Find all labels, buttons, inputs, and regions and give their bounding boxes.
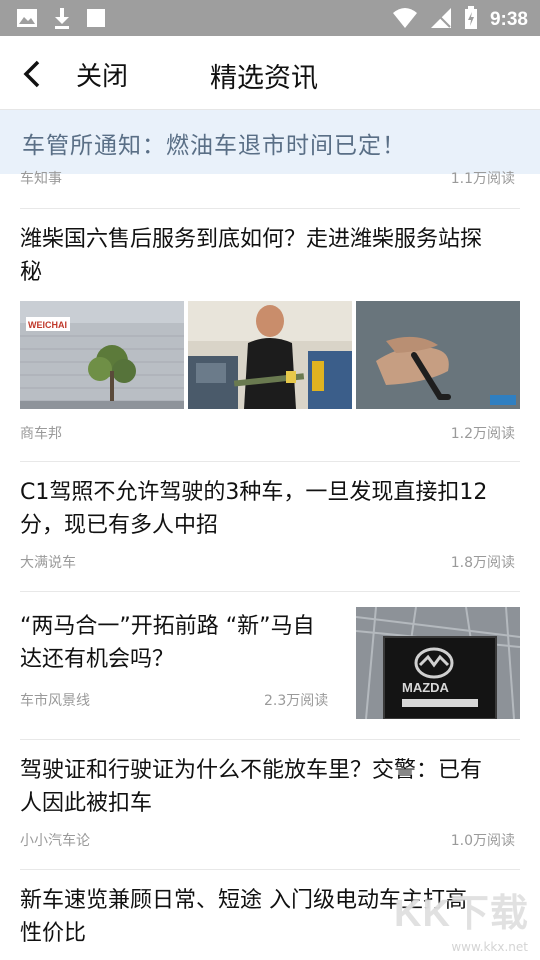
article-read-count: 1.2万阅读 xyxy=(450,426,515,442)
watermark-text: KK下载 xyxy=(394,893,529,935)
article-read-count: 1.0万阅读 xyxy=(450,833,515,849)
article-source: 小小汽车论 xyxy=(20,833,90,849)
download-icon xyxy=(52,7,72,33)
close-button[interactable]: 关闭 xyxy=(76,56,128,93)
image-notification-icon xyxy=(16,8,38,32)
article-title: 潍柴国六售后服务到底如何？走进潍柴服务站探 秘 xyxy=(20,227,483,285)
list-item-meta: 车知事 1.1万阅读 xyxy=(0,168,540,192)
article-source: 车知事 xyxy=(20,171,62,187)
site-watermark: KK下载 www.kkx.net xyxy=(394,882,534,960)
watermark-url: www.kkx.net xyxy=(451,940,528,954)
square-notification-icon xyxy=(86,8,106,32)
article-thumbnail xyxy=(356,301,520,409)
article-item[interactable]: 潍柴国六售后服务到底如何？走进潍柴服务站探 秘 WEICHAI 商车邦 1.2万… xyxy=(0,209,540,461)
weichai-logo: WEICHAI xyxy=(28,320,67,330)
article-source: 大满说车 xyxy=(20,555,76,571)
article-item[interactable]: C1驾照不允许驾驶的3种车，一旦发现直接扣12 分，现已有多人中招 大满说车 1… xyxy=(0,462,540,591)
mazda-sign: MAZDA xyxy=(402,680,450,695)
article-read-count: 1.8万阅读 xyxy=(450,555,515,571)
article-title: C1驾照不允许驾驶的3种车，一旦发现直接扣12 分，现已有多人中招 xyxy=(20,480,488,538)
article-thumbnail xyxy=(188,301,352,409)
top-nav-bar: 关闭 精选资讯 xyxy=(0,36,540,110)
article-item[interactable]: 驾驶证和行驶证为什么不能放车里？交警：已有 人因此被扣车 小小汽车论 1.0万阅… xyxy=(0,740,540,869)
article-item[interactable]: “两马合一”开拓前路 “新”马自 达还有机会吗？ 车市风景线 2.3万阅读 MA… xyxy=(0,592,540,739)
article-source: 商车邦 xyxy=(20,426,62,442)
back-button[interactable] xyxy=(14,54,50,94)
battery-charging-icon xyxy=(464,6,478,34)
status-bar: 9:38 xyxy=(0,0,540,36)
no-signal-icon xyxy=(430,7,452,33)
page-title: 精选资讯 xyxy=(210,63,318,94)
article-title: 驾驶证和行驶证为什么不能放车里？交警：已有 人因此被扣车 xyxy=(20,758,483,816)
article-thumbnail: WEICHAI xyxy=(20,301,184,409)
clock: 9:38 xyxy=(489,9,528,30)
notice-text: 车管所通知：燃油车退市时间已定！ xyxy=(22,133,406,159)
notice-banner[interactable]: 车管所通知：燃油车退市时间已定！ xyxy=(0,110,540,174)
article-source: 车市风景线 xyxy=(20,693,90,709)
article-read-count: 2.3万阅读 xyxy=(264,693,329,709)
article-title: “两马合一”开拓前路 “新”马自 达还有机会吗？ xyxy=(20,614,315,672)
article-thumbnail: MAZDA xyxy=(356,607,520,719)
wifi-icon xyxy=(392,7,418,33)
article-read-count: 1.1万阅读 xyxy=(450,171,515,187)
chevron-left-icon xyxy=(23,60,40,88)
